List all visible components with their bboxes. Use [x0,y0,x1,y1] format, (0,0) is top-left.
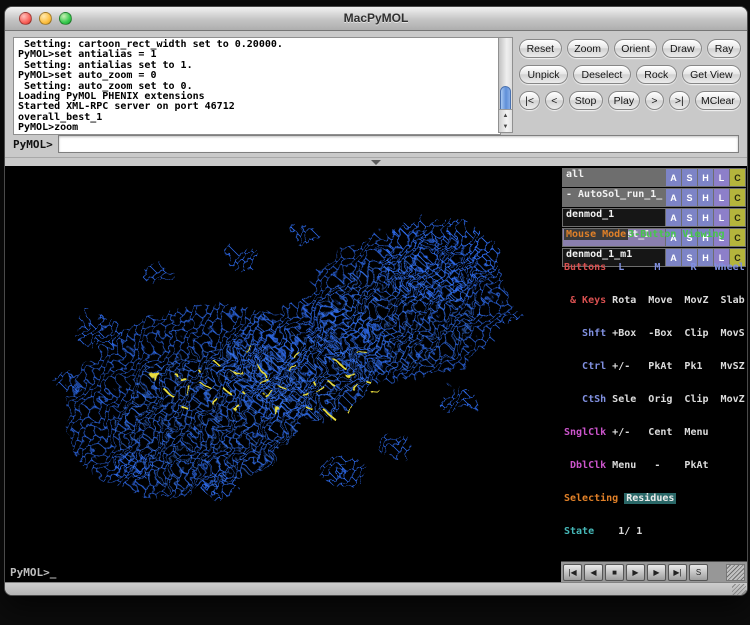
mouse-row-head: Shft [564,328,606,339]
window-title: MacPyMOL [5,7,747,30]
reset-button[interactable]: Reset [519,39,562,58]
window-controls [19,12,72,25]
ray-button[interactable]: Ray [707,39,741,58]
upper-panel: Setting: cartoon_rect_width set to 0.200… [5,31,747,157]
vcr-stop-button[interactable]: ■ [605,564,624,581]
command-input[interactable] [58,135,739,153]
3d-viewport[interactable]: PyMOL>_ [5,166,561,582]
deselect-button[interactable]: Deselect [573,65,631,84]
mouse-mode-label[interactable]: Mouse Mode [564,229,628,240]
main-area: PyMOL>_ all A S H L C - AutoSol_run_1_ A… [5,166,747,582]
console-line: PyMOL>zoom [18,123,496,133]
color-button[interactable]: C [730,169,745,186]
mouse-row-head: Ctrl [564,361,606,372]
movie-back-button[interactable]: < [545,91,563,110]
mouse-row-cols: L M R Wheel [606,262,744,273]
toolbar-row-1: Reset Zoom Orient Draw Ray [519,39,741,58]
unpick-button[interactable]: Unpick [519,65,568,84]
vcr-back-button[interactable]: ◀ [584,564,603,581]
console-line: overall_best_1 [18,113,496,123]
object-name-autosol[interactable]: - AutoSol_run_1_ [563,189,665,206]
scroll-up-icon[interactable]: ▲ [503,113,509,119]
movie-first-button[interactable]: |< [519,91,540,110]
state-label[interactable]: State [564,526,594,537]
toolbar: Reset Zoom Orient Draw Ray Unpick Desele… [519,39,741,110]
movie-play-button[interactable]: Play [608,91,641,110]
console-scrollbar[interactable]: ▲ ▼ [498,37,513,133]
splitter-triangle-icon [371,160,381,165]
state-value: 1/ 1 [618,526,642,537]
zoom-window-button[interactable] [59,12,72,25]
toolbar-row-3: |< < Stop Play > >| MClear [519,91,741,110]
action-button[interactable]: A [666,189,681,206]
pane-splitter[interactable] [5,157,747,166]
show-button[interactable]: S [682,169,697,186]
window-bottom-bar [5,582,747,596]
scrollbar-arrows: ▲ ▼ [499,109,512,132]
command-row: PyMOL> [13,135,739,153]
panel-resize-grip[interactable] [726,564,745,581]
mouse-row-cols: Rota Move MovZ Slab [606,295,744,306]
mouse-row-cols: Menu - PkAt [606,460,708,471]
getview-button[interactable]: Get View [682,65,741,84]
hide-button[interactable]: H [698,169,713,186]
object-panel: all A S H L C - AutoSol_run_1_ A S H L C… [561,166,747,582]
zoom-button[interactable]: Zoom [567,39,609,58]
movie-forward-button[interactable]: > [645,91,663,110]
resize-grip[interactable] [732,584,746,595]
viewport-prompt: PyMOL>_ [10,566,56,579]
vcr-first-button[interactable]: |◀ [563,564,582,581]
mouse-row-head: & Keys [564,295,606,306]
orient-button[interactable]: Orient [614,39,658,58]
color-button[interactable]: C [730,189,745,206]
title-bar[interactable]: MacPyMOL [5,7,747,31]
hide-button[interactable]: H [698,189,713,206]
mouse-row-cols: +/- Cent Menu [606,427,708,438]
mouse-row-cols: Sele Orig Clip MovZ [606,394,744,405]
toolbar-row-2: Unpick Deselect Rock Get View [519,65,741,84]
object-row-autosol: - AutoSol_run_1_ A S H L C [562,188,746,207]
object-name-all[interactable]: all [563,169,665,186]
mouse-mode-value[interactable]: 3-Button Viewing [628,229,724,240]
scroll-down-icon[interactable]: ▼ [503,124,509,130]
mouse-row-head: SnglClk [564,427,606,438]
vcr-scene-button[interactable]: S [689,564,708,581]
mouse-row-head: DblClk [564,460,606,471]
mouse-row-head: CtSh [564,394,606,405]
mouse-row-head: Buttons [564,262,606,273]
object-row-all: all A S H L C [562,168,746,187]
mouse-row-cols: +/- PkAt Pk1 MvSZ [606,361,744,372]
mclear-button[interactable]: MClear [695,91,741,110]
electron-density-mesh [5,166,561,582]
movie-stop-button[interactable]: Stop [569,91,603,110]
command-prompt-label: PyMOL> [13,138,53,151]
selecting-label[interactable]: Selecting [564,493,618,504]
mouse-row-cols: +Box -Box Clip MovS [606,328,744,339]
minimize-button[interactable] [39,12,52,25]
draw-button[interactable]: Draw [662,39,702,58]
rock-button[interactable]: Rock [636,65,677,84]
vcr-play-button[interactable]: ▶ [626,564,645,581]
macpymol-window: MacPyMOL Setting: cartoon_rect_width set… [4,6,748,596]
mouse-mode-panel: Mouse Mode3-Button Viewing Buttons L M R… [564,207,745,559]
action-button[interactable]: A [666,169,681,186]
selecting-value[interactable]: Residues [624,493,676,504]
close-button[interactable] [19,12,32,25]
feedback-console[interactable]: Setting: cartoon_rect_width set to 0.200… [13,37,501,135]
vcr-forward-button[interactable]: ▶ [647,564,666,581]
movie-last-button[interactable]: >| [669,91,690,110]
label-button[interactable]: L [714,169,729,186]
vcr-last-button[interactable]: ▶| [668,564,687,581]
show-button[interactable]: S [682,189,697,206]
movie-controls: |◀ ◀ ■ ▶ ▶ ▶| S [561,561,747,582]
label-button[interactable]: L [714,189,729,206]
